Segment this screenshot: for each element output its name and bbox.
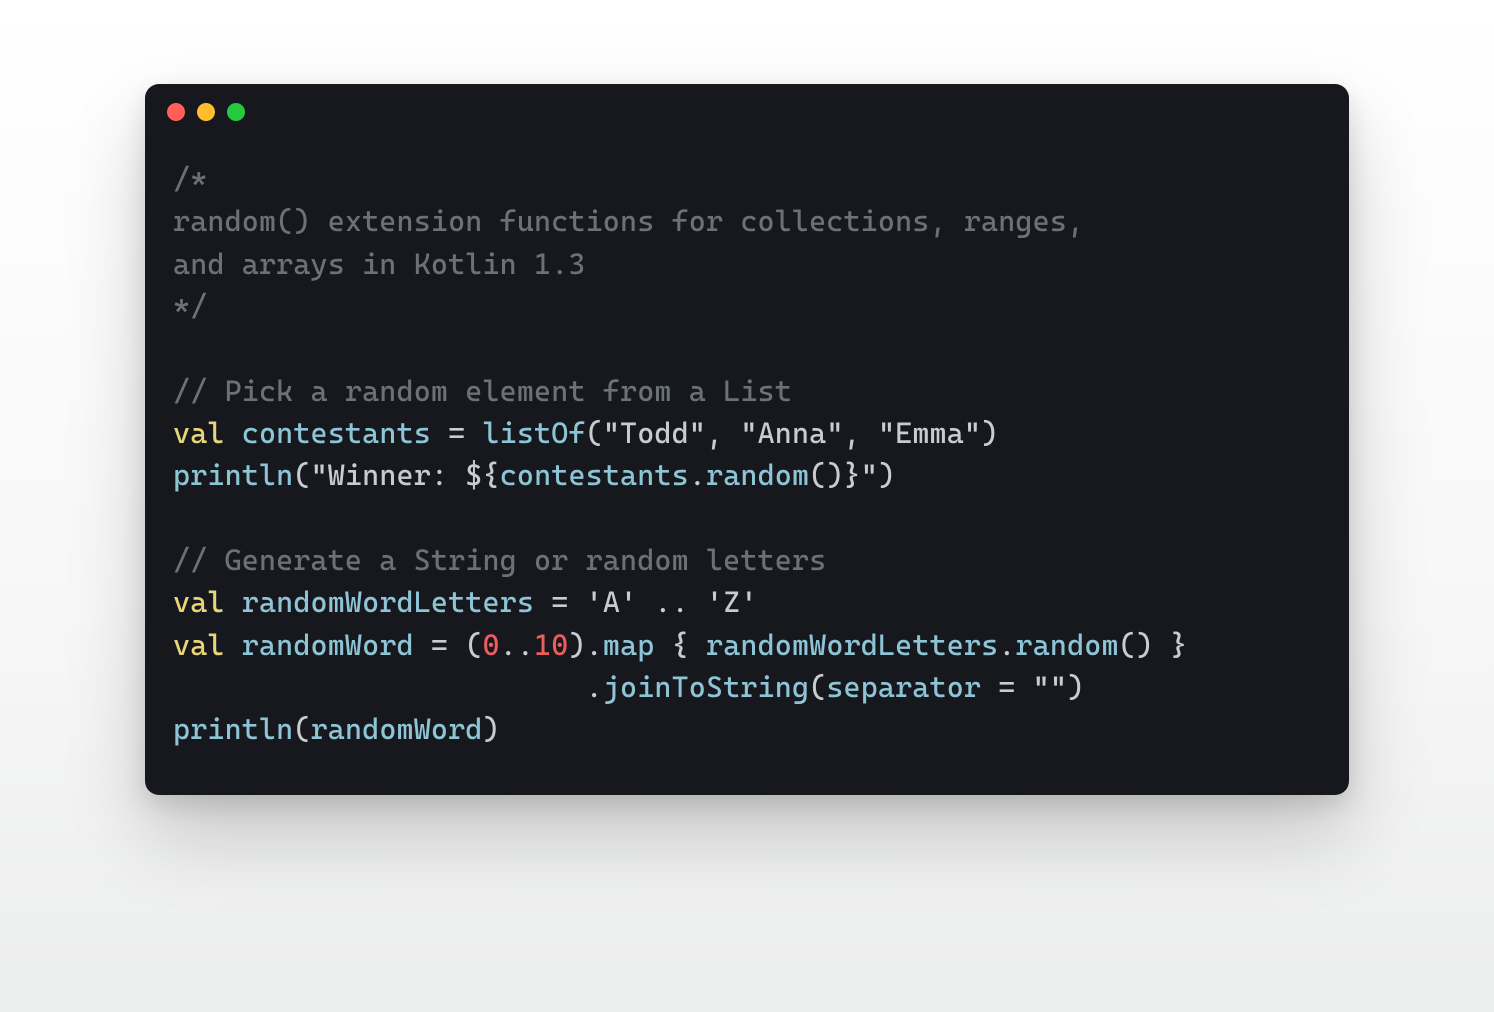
num-10: 10 [534, 628, 568, 662]
ident-randomWord: randomWord [242, 628, 414, 662]
window-zoom-icon[interactable] [227, 103, 245, 121]
window-minimize-icon[interactable] [197, 103, 215, 121]
punct-eq: = [431, 416, 483, 450]
window-titlebar [145, 84, 1349, 140]
punct-pc: ) [482, 712, 499, 746]
string-anna: "Anna" [740, 416, 843, 450]
punct-po: ( [293, 712, 310, 746]
punct-empty-call: () [809, 458, 843, 492]
punct-po: ( [809, 670, 826, 704]
ident-contestants: contestants [242, 416, 431, 450]
fn-random: random [1016, 628, 1119, 662]
code-window: /* random() extension functions for coll… [145, 84, 1349, 795]
interp-open: ${ [465, 458, 499, 492]
comment-block-open: /* [173, 162, 207, 196]
punct-dot: . [586, 628, 603, 662]
punct-dot: . [586, 670, 603, 704]
comment-line-1: // Pick a random element from a List [173, 374, 792, 408]
comment-block-line2: and arrays in Kotlin 1.3 [173, 247, 586, 281]
punct-po: ( [465, 628, 482, 662]
fn-map: map [603, 628, 655, 662]
punct-pc: ) [981, 416, 998, 450]
punct-dot: . [998, 628, 1015, 662]
punct-empty-call: () [1119, 628, 1153, 662]
num-0: 0 [482, 628, 499, 662]
fn-println: println [173, 712, 293, 746]
punct-po: ( [586, 416, 603, 450]
code-block: /* random() extension functions for coll… [173, 158, 1321, 751]
comment-line-2: // Generate a String or random letters [173, 543, 826, 577]
ident-randomWord-arg: randomWord [311, 712, 483, 746]
string-close-quote: " [861, 458, 878, 492]
punct-dot: . [689, 458, 706, 492]
string-empty: "" [1033, 670, 1067, 704]
page-stage: /* random() extension functions for coll… [0, 0, 1494, 1012]
range-op-spaced: .. [637, 585, 706, 619]
punct-pc: ) [568, 628, 585, 662]
char-a: 'A' [586, 585, 638, 619]
punct-comma: , [844, 416, 878, 450]
punct-po: ( [293, 458, 310, 492]
fn-joinToString: joinToString [603, 670, 809, 704]
string-todd: "Todd" [603, 416, 706, 450]
punct-pc: ) [878, 458, 895, 492]
punct-eq: = [981, 670, 1033, 704]
punct-eq: = [414, 628, 466, 662]
code-area: /* random() extension functions for coll… [145, 140, 1349, 795]
window-close-icon[interactable] [167, 103, 185, 121]
fn-random: random [706, 458, 809, 492]
ident-contestants2: contestants [500, 458, 689, 492]
ident-randomWordLetters2: randomWordLetters [706, 628, 998, 662]
punct-eq: = [534, 585, 586, 619]
indent-join [173, 670, 586, 704]
ident-separator: separator [826, 670, 981, 704]
keyword-val: val [173, 628, 225, 662]
punct-pc: ) [1067, 670, 1084, 704]
ident-randomWordLetters: randomWordLetters [242, 585, 534, 619]
comment-block-line1: random() extension functions for collect… [173, 204, 1084, 238]
fn-println: println [173, 458, 293, 492]
keyword-val: val [173, 585, 225, 619]
range-op: .. [500, 628, 534, 662]
string-emma: "Emma" [878, 416, 981, 450]
string-winner-open: "Winner: [311, 458, 466, 492]
punct-comma: , [706, 416, 740, 450]
brace-open: { [654, 628, 706, 662]
char-z: 'Z' [706, 585, 758, 619]
interp-close: } [844, 458, 861, 492]
keyword-val: val [173, 416, 225, 450]
comment-block-close: */ [173, 289, 207, 323]
fn-listof: listOf [482, 416, 585, 450]
brace-close: } [1153, 628, 1187, 662]
